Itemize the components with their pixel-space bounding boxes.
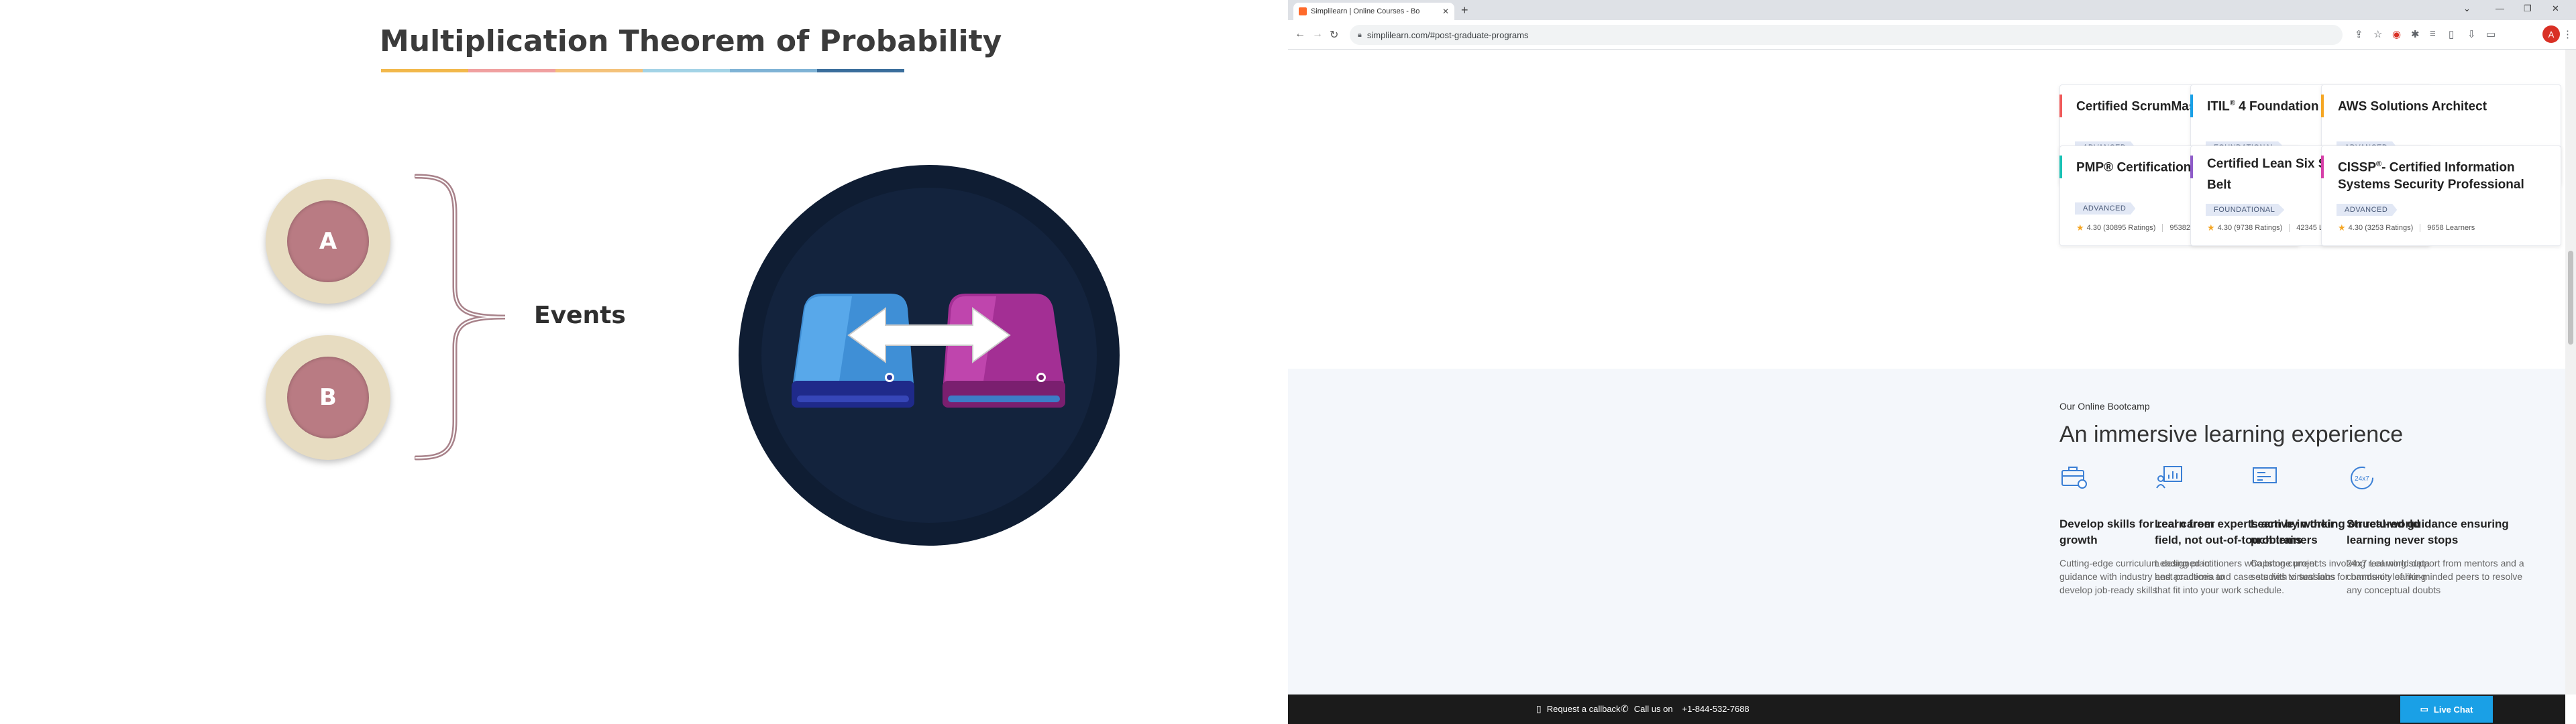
- feature-title: Structured guidance ensuring learning ne…: [2347, 518, 2509, 546]
- title-underline-segment: [555, 69, 643, 72]
- course-title[interactable]: AWS Solutions Architect: [2338, 95, 2550, 115]
- address-url: simplilearn.com/#post-graduate-programs: [1366, 29, 1529, 40]
- terminal-window-icon: [2253, 467, 2277, 483]
- chat-bubble-icon: ▭: [2420, 704, 2428, 714]
- reload-icon[interactable]: ↻: [1330, 28, 1338, 42]
- presentation-chart-icon: [2156, 466, 2182, 489]
- browser-toolbar: ← → ↻ 🔒︎ simplilearn.com/#post-graduate-…: [1288, 20, 2576, 50]
- title-underline: [381, 69, 904, 72]
- title-underline-segment: [381, 69, 468, 72]
- bootcamp-eyebrow: Our Online Bootcamp: [2059, 401, 2150, 412]
- extensions-puzzle-icon[interactable]: ✱: [2411, 28, 2420, 40]
- course-rating: 4.30 (3253 Ratings): [2348, 224, 2414, 232]
- course-level-badge: FOUNDATIONAL: [2206, 204, 2285, 216]
- title-underline-segment: [730, 69, 817, 72]
- transfer-drives-icon: [739, 165, 1120, 546]
- card-accent-bar: [2321, 156, 2324, 178]
- simplilearn-favicon-icon: [1299, 7, 1307, 15]
- downloads-icon[interactable]: ⇩: [2467, 28, 2476, 40]
- magenta-drive-icon: [943, 294, 1065, 408]
- call-label: Call us on: [1633, 704, 1673, 714]
- bootcamp-section: Our Online Bootcamp An immersive learnin…: [1288, 369, 2565, 695]
- slide-panel: Multiplication Theorem of Probability A …: [0, 0, 1288, 724]
- card-accent-bar: [2059, 95, 2062, 117]
- extension-red-icon[interactable]: ◉: [2392, 28, 2401, 40]
- event-b-label: B: [287, 357, 369, 438]
- meta-divider: [2289, 224, 2290, 232]
- browser-window: Simplilearn | Online Courses - Bo ✕ + ⌄ …: [1288, 0, 2576, 724]
- phone-callback-icon: ▯: [1536, 703, 1542, 714]
- chrome-menu-icon[interactable]: ⋮: [2563, 28, 2573, 40]
- svg-text:24x7: 24x7: [2355, 475, 2369, 483]
- course-title-main: CISSP: [2338, 160, 2377, 175]
- course-title-main: AWS Solutions Architect: [2338, 99, 2487, 114]
- phone-icon: ✆: [1621, 703, 1629, 714]
- reading-list-icon[interactable]: ≡: [2430, 28, 2436, 40]
- course-title-sup: ®: [2229, 99, 2235, 107]
- feature-desc: 24x7 Learning support from mentors and a…: [2347, 558, 2524, 595]
- event-a-circle: A: [266, 179, 390, 304]
- course-title[interactable]: CISSP®- Certified Information Systems Se…: [2338, 156, 2550, 194]
- card-accent-bar: [2059, 156, 2062, 178]
- tab-close-icon[interactable]: ✕: [1442, 7, 1449, 16]
- back-icon[interactable]: ←: [1295, 28, 1305, 40]
- events-label: Events: [534, 302, 626, 329]
- phone-number: +1-844-532-7688: [1682, 704, 1750, 714]
- tab-title: Simplilearn | Online Courses - Bo: [1311, 7, 1420, 15]
- tab-bar: Simplilearn | Online Courses - Bo ✕ + ⌄ …: [1288, 0, 2576, 20]
- bootcamp-heading: An immersive learning experience: [2059, 422, 2404, 447]
- callback-label: Request a callback: [1546, 704, 1621, 714]
- lock-icon: 🔒︎: [1358, 30, 1362, 39]
- event-b-circle: B: [266, 335, 390, 460]
- address-bar[interactable]: 🔒︎ simplilearn.com/#post-graduate-progra…: [1350, 25, 2343, 45]
- star-icon: ★: [2207, 223, 2215, 233]
- minimize-icon[interactable]: —: [2496, 3, 2504, 13]
- course-rating: 4.30 (9738 Ratings): [2217, 224, 2283, 232]
- title-underline-segment: [468, 69, 555, 72]
- live-chat-label: Live Chat: [2433, 704, 2473, 715]
- course-card[interactable]: CISSP®- Certified Information Systems Se…: [2321, 145, 2561, 246]
- blue-drive-icon: [792, 294, 914, 408]
- title-underline-segment: [817, 69, 904, 72]
- page-viewport: Certified ScrumMaster® (CSM)ADVANCED★4.4…: [1288, 50, 2565, 695]
- browser-tab[interactable]: Simplilearn | Online Courses - Bo ✕: [1293, 3, 1454, 20]
- course-meta: ★ 4.30 (3253 Ratings) 9658 Learners: [2338, 223, 2475, 233]
- new-tab-icon[interactable]: +: [1461, 3, 1468, 17]
- profile-avatar[interactable]: A: [2542, 25, 2560, 43]
- forward-icon[interactable]: →: [1312, 28, 1323, 40]
- request-callback-link[interactable]: ▯ Request a callback: [1536, 703, 1621, 715]
- share-icon[interactable]: ⇪: [2355, 28, 2363, 40]
- support-24-7-icon: 24x7: [2351, 467, 2373, 489]
- window-close-icon[interactable]: ✕: [2552, 3, 2559, 14]
- meta-divider: [2162, 224, 2163, 232]
- title-underline-segment: [643, 69, 730, 72]
- briefcase-icon: [2061, 467, 2087, 489]
- scrollbar-thumb[interactable]: [2568, 251, 2573, 345]
- star-icon: ★: [2076, 223, 2084, 233]
- page-scrollbar[interactable]: [2565, 50, 2576, 695]
- course-rating: 4.30 (30895 Ratings): [2086, 224, 2156, 232]
- bookmark-star-icon[interactable]: ☆: [2373, 28, 2382, 40]
- course-learners: 9658 Learners: [2427, 224, 2475, 232]
- course-title-sup: ®: [2376, 160, 2382, 168]
- live-chat-button[interactable]: ▭ Live Chat: [2400, 696, 2493, 723]
- side-panel-icon[interactable]: ▯: [2449, 28, 2454, 40]
- card-accent-bar: [2190, 95, 2193, 117]
- tab-search-chevron-icon[interactable]: ⌄: [2463, 3, 2471, 14]
- course-title-tail: 4 Foundation: [2235, 99, 2319, 114]
- course-level-badge: ADVANCED: [2075, 202, 2136, 215]
- card-accent-bar: [2190, 156, 2193, 178]
- call-us-link[interactable]: ✆ Call us on +1-844-532-7688: [1621, 703, 1750, 715]
- sticky-footer: ▯ Request a callback ✆ Call us on +1-844…: [1288, 695, 2565, 724]
- curly-brace-icon: [415, 174, 506, 461]
- restore-icon[interactable]: ❐: [2524, 3, 2532, 14]
- course-title-main: ITIL: [2207, 99, 2230, 114]
- event-a-label: A: [287, 200, 369, 282]
- course-level-badge: ADVANCED: [2337, 204, 2398, 216]
- slide-title: Multiplication Theorem of Probability: [380, 24, 1002, 58]
- card-accent-bar: [2321, 95, 2324, 117]
- cast-icon[interactable]: ▭: [2486, 28, 2496, 40]
- star-icon: ★: [2338, 223, 2346, 233]
